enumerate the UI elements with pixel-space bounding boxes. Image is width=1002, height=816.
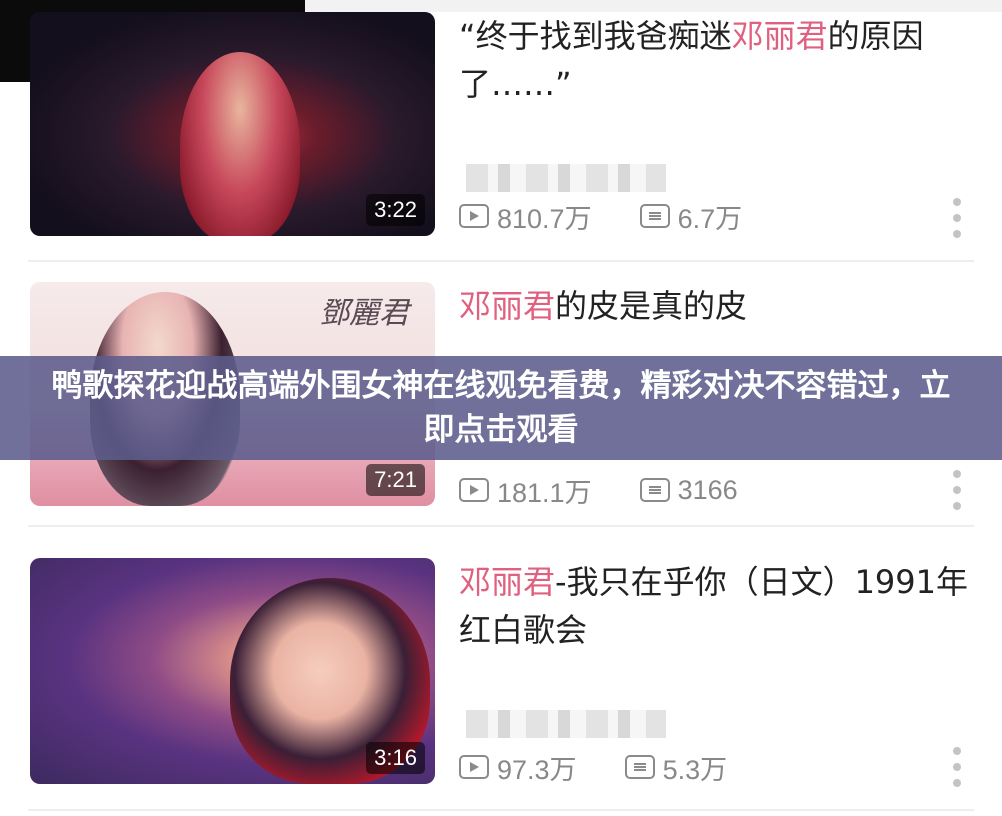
more-vertical-icon[interactable] (950, 470, 964, 510)
comments-count: 6.7万 (677, 203, 743, 234)
author-blurred (466, 710, 666, 738)
views-count: 97.3万 (497, 754, 577, 785)
more-vertical-icon[interactable] (950, 198, 964, 238)
title-highlight: 邓丽君 (731, 17, 828, 55)
video-item[interactable]: 3:22 “终于找到我爸痴迷邓丽君的原因了……” 810.7万 6.7万 (0, 0, 1002, 262)
more-vertical-icon[interactable] (950, 747, 964, 787)
views-count: 181.1万 (497, 477, 592, 508)
danmaku-icon (639, 478, 670, 502)
title-text: 的皮是真的皮 (555, 287, 748, 325)
views-stat: 810.7万 (459, 197, 592, 236)
overlay-banner[interactable]: 鸭歌探花迎战高端外围女神在线观免看费，精彩对决不容错过，立即点击观看 (0, 356, 1002, 460)
title-highlight: 邓丽君 (459, 287, 556, 325)
title-highlight: 邓丽君 (459, 563, 556, 601)
comments-count: 5.3万 (662, 754, 728, 785)
comments-count: 3166 (677, 474, 738, 505)
banner-text: 鸭歌探花迎战高端外围女神在线观免看费，精彩对决不容错过，立即点击观看 (51, 368, 951, 448)
divider (28, 809, 974, 811)
video-stats: 97.3万 5.3万 (459, 749, 979, 785)
video-duration: 3:16 (366, 742, 425, 774)
video-title[interactable]: 邓丽君-我只在乎你（日文）1991年红白歌会 (459, 558, 969, 654)
video-item[interactable]: 3:16 邓丽君-我只在乎你（日文）1991年红白歌会 97.3万 5.3万 (0, 527, 1002, 816)
play-icon (459, 204, 489, 228)
video-duration: 3:22 (366, 194, 425, 226)
video-title[interactable]: “终于找到我爸痴迷邓丽君的原因了……” (459, 12, 969, 108)
singer-figure (180, 52, 300, 236)
video-title[interactable]: 邓丽君的皮是真的皮 (459, 282, 969, 330)
video-stats: 810.7万 6.7万 (459, 198, 979, 234)
danmaku-icon (639, 204, 670, 228)
views-count: 810.7万 (497, 203, 592, 234)
views-stat: 97.3万 (459, 748, 577, 787)
play-icon (459, 478, 489, 502)
play-icon (459, 755, 489, 779)
comments-stat: 5.3万 (624, 748, 728, 787)
comments-stat: 6.7万 (639, 197, 743, 236)
danmaku-icon (624, 755, 655, 779)
views-stat: 181.1万 (459, 471, 592, 510)
title-text: “终于找到我爸痴迷 (459, 17, 732, 55)
author-blurred (466, 164, 666, 192)
comments-stat: 3166 (639, 474, 738, 506)
video-thumbnail[interactable]: 3:22 (30, 12, 435, 236)
video-thumbnail[interactable]: 3:16 (30, 558, 435, 784)
video-duration: 7:21 (366, 464, 425, 496)
thumbnail-logo: 鄧麗君 (319, 296, 409, 331)
video-stats: 181.1万 3166 (459, 472, 979, 508)
